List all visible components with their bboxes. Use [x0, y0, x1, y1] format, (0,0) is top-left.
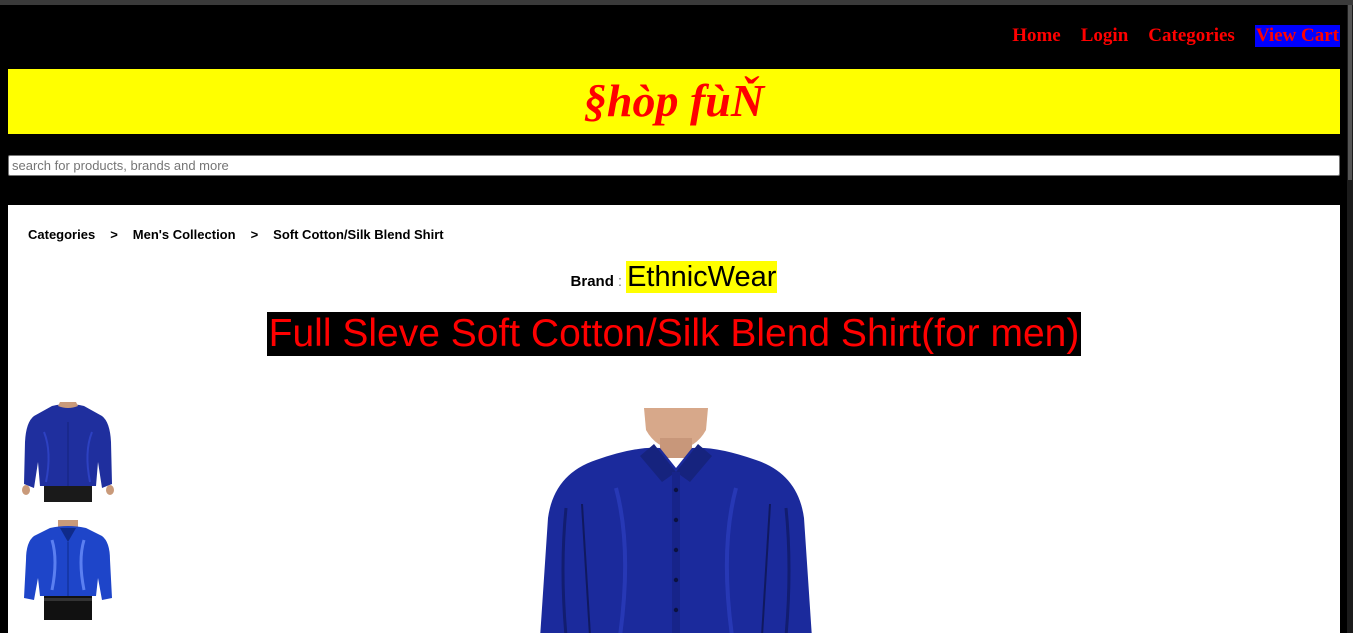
brand-row: Brand: EthnicWear: [8, 261, 1340, 294]
breadcrumb-current-product: Soft Cotton/Silk Blend Shirt: [273, 227, 444, 242]
breadcrumb-separator: >: [250, 227, 259, 242]
breadcrumb-categories[interactable]: Categories: [28, 227, 95, 242]
product-thumbnail-back[interactable]: [22, 402, 114, 502]
title-row: Full Sleve Soft Cotton/Silk Blend Shirt(…: [8, 312, 1340, 356]
breadcrumb: Categories > Men's Collection > Soft Cot…: [28, 227, 444, 242]
nav-login-link[interactable]: Login: [1081, 25, 1129, 47]
nav-home-link[interactable]: Home: [1012, 25, 1061, 47]
vertical-scrollbar[interactable]: [1347, 5, 1353, 633]
window-top-border: [0, 0, 1353, 5]
breadcrumb-separator: >: [110, 227, 118, 242]
nav-view-cart-link[interactable]: View Cart: [1254, 25, 1340, 47]
site-logo[interactable]: §hòp fùŇ: [584, 71, 764, 131]
nav-categories-link[interactable]: Categories: [1148, 25, 1235, 47]
top-nav: Home Login Categories View Cart: [1012, 25, 1340, 47]
search-input[interactable]: [8, 155, 1340, 176]
product-panel: Categories > Men's Collection > Soft Cot…: [8, 205, 1340, 633]
site-banner: §hòp fùŇ: [8, 69, 1340, 134]
product-title: Full Sleve Soft Cotton/Silk Blend Shirt(…: [266, 312, 1082, 356]
brand-name: EthnicWear: [626, 261, 778, 293]
scrollbar-thumb[interactable]: [1348, 5, 1352, 180]
breadcrumb-mens-collection[interactable]: Men's Collection: [133, 227, 236, 242]
product-main-image: [536, 408, 816, 633]
brand-colon: :: [617, 273, 623, 290]
brand-label: Brand: [570, 273, 614, 290]
product-thumbnail-front[interactable]: [22, 520, 114, 620]
